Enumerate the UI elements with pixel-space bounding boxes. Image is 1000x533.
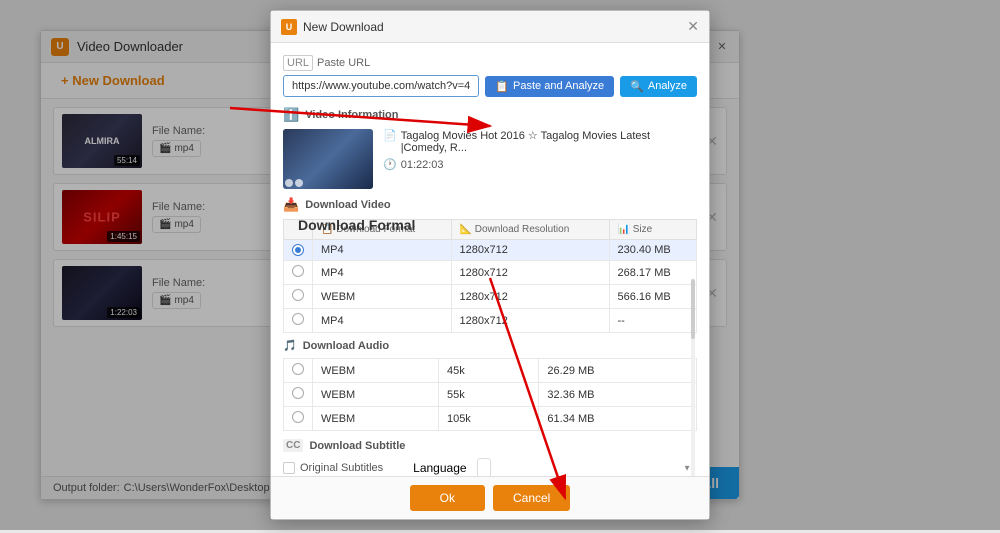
format-cell-3: WEBM <box>313 285 452 309</box>
size-cell-1: 230.40 MB <box>609 240 697 261</box>
col-format-header: 📋 Download Format <box>313 220 452 240</box>
radio-4[interactable] <box>292 313 304 325</box>
radio-cell[interactable] <box>284 240 313 261</box>
col-radio <box>284 220 313 240</box>
audio-size-cell-3: 61.34 MB <box>539 407 697 431</box>
radio-cell[interactable] <box>284 309 313 333</box>
format-table: 📋 Download Format 📐 Download Resolution … <box>283 219 697 333</box>
format-table-container: 📋 Download Format 📐 Download Resolution … <box>283 219 697 431</box>
audio-radio-2[interactable] <box>292 387 304 399</box>
paste-icon: 📋 <box>495 80 509 93</box>
video-thumb-inner <box>283 129 373 189</box>
audio-radio-1[interactable] <box>292 363 304 375</box>
video-info-box: 📄 Tagalog Movies Hot 2016 ☆ Tagalog Movi… <box>283 129 697 189</box>
audio-resolution-cell-3: 105k <box>438 407 538 431</box>
scrollbar-thumb[interactable] <box>691 279 695 339</box>
audio-format-cell-3: WEBM <box>313 407 439 431</box>
audio-size-cell-1: 26.29 MB <box>539 359 697 383</box>
radio-cell[interactable] <box>284 359 313 383</box>
video-info-icon: ℹ️ <box>283 107 299 123</box>
audio-resolution-cell-2: 55k <box>438 383 538 407</box>
video-formats-body: MP4 1280x712 230.40 MB MP4 1280x712 268.… <box>284 240 697 333</box>
radio-cell[interactable] <box>284 383 313 407</box>
resolution-col-icon: 📐 <box>460 224 472 235</box>
radio-1[interactable] <box>292 244 304 256</box>
col-size-header: 📊 Size <box>609 220 697 240</box>
scrollbar-track <box>691 279 695 476</box>
download-video-icon: 📥 <box>283 197 299 213</box>
audio-format-cell-1: WEBM <box>313 359 439 383</box>
analyze-button[interactable]: 🔍 Analyze <box>620 76 697 97</box>
url-input[interactable] <box>283 75 479 97</box>
ok-button[interactable]: Ok <box>410 485 485 511</box>
size-cell-4: -- <box>609 309 697 333</box>
url-section: URL Paste URL 📋 Paste and Analyze 🔍 Anal… <box>283 55 697 97</box>
table-row[interactable]: WEBM 1280x712 566.16 MB <box>284 285 697 309</box>
search-icon: 🔍 <box>630 80 644 93</box>
original-subtitle-label[interactable]: Original Subtitles <box>283 462 383 474</box>
subtitle-section: CC Download Subtitle Original Subtitles … <box>283 439 697 476</box>
modal-title: New Download <box>303 20 687 34</box>
size-col-icon: 📊 <box>618 224 630 235</box>
radio-cell[interactable] <box>284 261 313 285</box>
resolution-cell-1: 1280x712 <box>451 240 609 261</box>
url-input-row: 📋 Paste and Analyze 🔍 Analyze <box>283 75 697 97</box>
audio-format-table: WEBM 45k 26.29 MB WEBM 55k 32.36 MB WEBM… <box>283 358 697 431</box>
audio-resolution-cell-1: 45k <box>438 359 538 383</box>
language-select[interactable] <box>477 458 491 476</box>
cancel-button[interactable]: Cancel <box>493 485 570 511</box>
table-row[interactable]: WEBM 105k 61.34 MB <box>284 407 697 431</box>
cc-icon: CC <box>283 439 303 452</box>
paste-analyze-button[interactable]: 📋 Paste and Analyze <box>485 76 614 97</box>
radio-3[interactable] <box>292 289 304 301</box>
modal-logo: U <box>281 19 297 35</box>
url-icon: URL <box>283 55 313 71</box>
audio-size-cell-2: 32.36 MB <box>539 383 697 407</box>
table-row[interactable]: MP4 1280x712 -- <box>284 309 697 333</box>
url-label: URL Paste URL <box>283 55 697 71</box>
doc-icon: 📄 <box>383 129 397 142</box>
audio-formats-body: WEBM 45k 26.29 MB WEBM 55k 32.36 MB WEBM… <box>284 359 697 431</box>
col-resolution-header: 📐 Download Resolution <box>451 220 609 240</box>
audio-icon: 🎵 <box>283 339 297 352</box>
table-row[interactable]: WEBM 55k 32.36 MB <box>284 383 697 407</box>
modal-close-button[interactable]: ✕ <box>687 18 699 35</box>
video-title: 📄 Tagalog Movies Hot 2016 ☆ Tagalog Movi… <box>383 129 697 154</box>
table-header-row: 📋 Download Format 📐 Download Resolution … <box>284 220 697 240</box>
radio-cell[interactable] <box>284 407 313 431</box>
clock-icon: 🕐 <box>383 158 397 171</box>
format-cell-4: MP4 <box>313 309 452 333</box>
radio-2[interactable] <box>292 265 304 277</box>
download-audio-header: 🎵 Download Audio <box>283 339 697 352</box>
table-row[interactable]: MP4 1280x712 268.17 MB <box>284 261 697 285</box>
video-duration: 🕐 01:22:03 <box>383 158 697 171</box>
subtitle-row: Original Subtitles Language <box>283 458 697 476</box>
modal-titlebar: U New Download ✕ <box>271 11 709 43</box>
language-wrapper <box>477 458 697 476</box>
video-meta: 📄 Tagalog Movies Hot 2016 ☆ Tagalog Movi… <box>383 129 697 171</box>
size-cell-2: 268.17 MB <box>609 261 697 285</box>
resolution-cell-3: 1280x712 <box>451 285 609 309</box>
modal-footer: Ok Cancel <box>271 476 709 519</box>
video-info-header: ℹ️ Video Information <box>283 107 697 123</box>
audio-format-cell-2: WEBM <box>313 383 439 407</box>
download-subtitle-header: CC Download Subtitle <box>283 439 697 452</box>
resolution-cell-2: 1280x712 <box>451 261 609 285</box>
format-col-icon: 📋 <box>321 224 333 235</box>
modal-dialog: U New Download ✕ URL Paste URL 📋 Paste a… <box>270 10 710 520</box>
table-row[interactable]: WEBM 45k 26.29 MB <box>284 359 697 383</box>
size-cell-3: 566.16 MB <box>609 285 697 309</box>
modal-body: URL Paste URL 📋 Paste and Analyze 🔍 Anal… <box>271 43 709 476</box>
download-video-header: 📥 Download Video <box>283 197 697 213</box>
language-label: Language <box>413 461 466 475</box>
format-cell-2: MP4 <box>313 261 452 285</box>
video-thumbnail <box>283 129 373 189</box>
original-subtitle-checkbox[interactable] <box>283 462 295 474</box>
resolution-cell-4: 1280x712 <box>451 309 609 333</box>
format-cell-1: MP4 <box>313 240 452 261</box>
table-row[interactable]: MP4 1280x712 230.40 MB <box>284 240 697 261</box>
radio-cell[interactable] <box>284 285 313 309</box>
audio-radio-3[interactable] <box>292 411 304 423</box>
